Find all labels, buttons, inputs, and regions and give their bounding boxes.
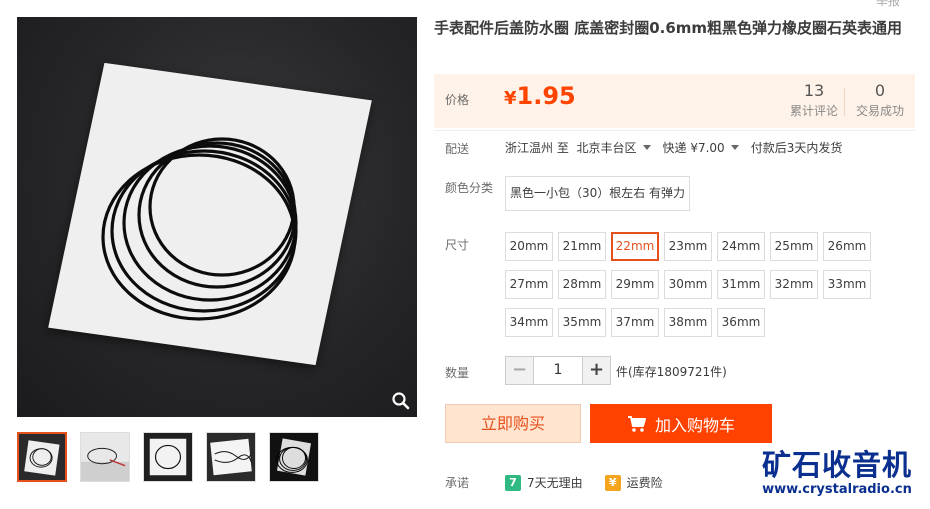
- product-title: 手表配件后盖防水圈 底盖密封圈0.6mm粗黑色弹力橡皮圈石英表通用: [434, 19, 903, 37]
- size-option[interactable]: 28mm: [558, 270, 606, 299]
- review-label: 累计评论: [790, 104, 839, 118]
- size-option[interactable]: 38mm: [664, 308, 712, 337]
- thumbnail-2[interactable]: [80, 432, 130, 482]
- quantity-decrement-button[interactable]: −: [506, 357, 533, 384]
- chevron-down-icon[interactable]: [642, 145, 651, 150]
- divider: [434, 130, 915, 131]
- size-option[interactable]: 30mm: [664, 270, 712, 299]
- size-option[interactable]: 22mm: [611, 232, 659, 261]
- currency-symbol: ¥: [504, 88, 517, 109]
- main-product-image[interactable]: [17, 17, 417, 417]
- ship-eta: 付款后3天内发货: [750, 141, 843, 155]
- shipping-method-select[interactable]: 快递 ¥7.00: [663, 139, 725, 156]
- review-count: 13: [803, 81, 825, 100]
- size-option[interactable]: 26mm: [823, 232, 871, 261]
- thumbnail-1[interactable]: [17, 432, 67, 482]
- stock-text: 件(库存1809721件): [616, 365, 727, 379]
- price-label: 价格: [445, 93, 470, 107]
- zoom-icon[interactable]: [391, 391, 411, 411]
- thumbnail-4[interactable]: [206, 432, 256, 482]
- review-count-stat[interactable]: 13 累计评论: [790, 81, 838, 121]
- size-option[interactable]: 25mm: [770, 232, 818, 261]
- size-option[interactable]: 20mm: [505, 232, 553, 261]
- return-policy-text[interactable]: 7天无理由: [527, 474, 583, 491]
- size-option[interactable]: 24mm: [717, 232, 765, 261]
- price-amount: 1.95: [516, 82, 576, 110]
- size-option[interactable]: 21mm: [558, 232, 606, 261]
- size-option[interactable]: 35mm: [558, 308, 606, 337]
- price-value: ¥1.95: [504, 82, 576, 110]
- size-option[interactable]: 31mm: [717, 270, 765, 299]
- buy-now-button[interactable]: 立即购买: [445, 404, 581, 443]
- add-to-cart-button[interactable]: 加入购物车: [590, 404, 772, 443]
- shipping-insurance-icon: ¥: [604, 474, 621, 491]
- rubber-rings-illustration: [101, 137, 298, 321]
- seven-day-return-icon: 7: [505, 474, 521, 491]
- price-panel: 价格 ¥1.95 13 累计评论 0 交易成功: [434, 74, 915, 128]
- report-link[interactable]: 举报: [876, 0, 900, 9]
- watermark-url: www.crystalradio.cn: [762, 482, 912, 497]
- add-to-cart-label: 加入购物车: [654, 415, 735, 435]
- insurance-text[interactable]: 运费险: [627, 474, 663, 491]
- thumbnail-3[interactable]: [143, 432, 193, 482]
- size-option[interactable]: 36mm: [717, 308, 765, 337]
- quantity-label: 数量: [445, 366, 470, 380]
- deal-count: 0: [874, 81, 886, 100]
- size-option[interactable]: 23mm: [664, 232, 712, 261]
- thumbnail-strip: [17, 432, 319, 482]
- promise-row: 7 7天无理由 ¥ 运费险: [505, 474, 663, 491]
- quantity-increment-button[interactable]: +: [583, 357, 610, 384]
- thumbnail-5[interactable]: [269, 432, 319, 482]
- cart-icon: [627, 415, 646, 432]
- deal-label: 交易成功: [855, 104, 904, 118]
- size-option[interactable]: 32mm: [770, 270, 818, 299]
- quantity-input[interactable]: 1: [533, 357, 583, 384]
- size-option[interactable]: 33mm: [823, 270, 871, 299]
- shipping-label: 配送: [445, 142, 470, 156]
- watermark-logo: 矿石收音机 www.crystalradio.cn: [762, 448, 912, 498]
- size-option[interactable]: 29mm: [611, 270, 659, 299]
- stat-divider: [844, 88, 845, 116]
- ship-from: 浙江温州: [505, 141, 554, 155]
- color-label: 颜色分类: [445, 181, 494, 195]
- promise-label: 承诺: [445, 476, 470, 490]
- deal-count-stat: 0 交易成功: [854, 81, 906, 121]
- shipping-row: 浙江温州 至 北京丰台区 快递 ¥7.00 付款后3天内发货: [505, 139, 842, 156]
- destination-select[interactable]: 北京丰台区: [577, 139, 637, 156]
- ship-to-word: 至: [556, 141, 569, 155]
- watermark-name: 矿石收音机: [762, 448, 913, 482]
- quantity-stepper: − 1 +: [505, 356, 611, 385]
- size-option[interactable]: 34mm: [505, 308, 553, 337]
- size-option[interactable]: 37mm: [611, 308, 659, 337]
- color-option[interactable]: 黑色一小包（30）根左右 有弹力: [505, 176, 690, 211]
- size-option[interactable]: 27mm: [505, 270, 553, 299]
- size-label: 尺寸: [445, 238, 470, 252]
- chevron-down-icon[interactable]: [730, 145, 739, 150]
